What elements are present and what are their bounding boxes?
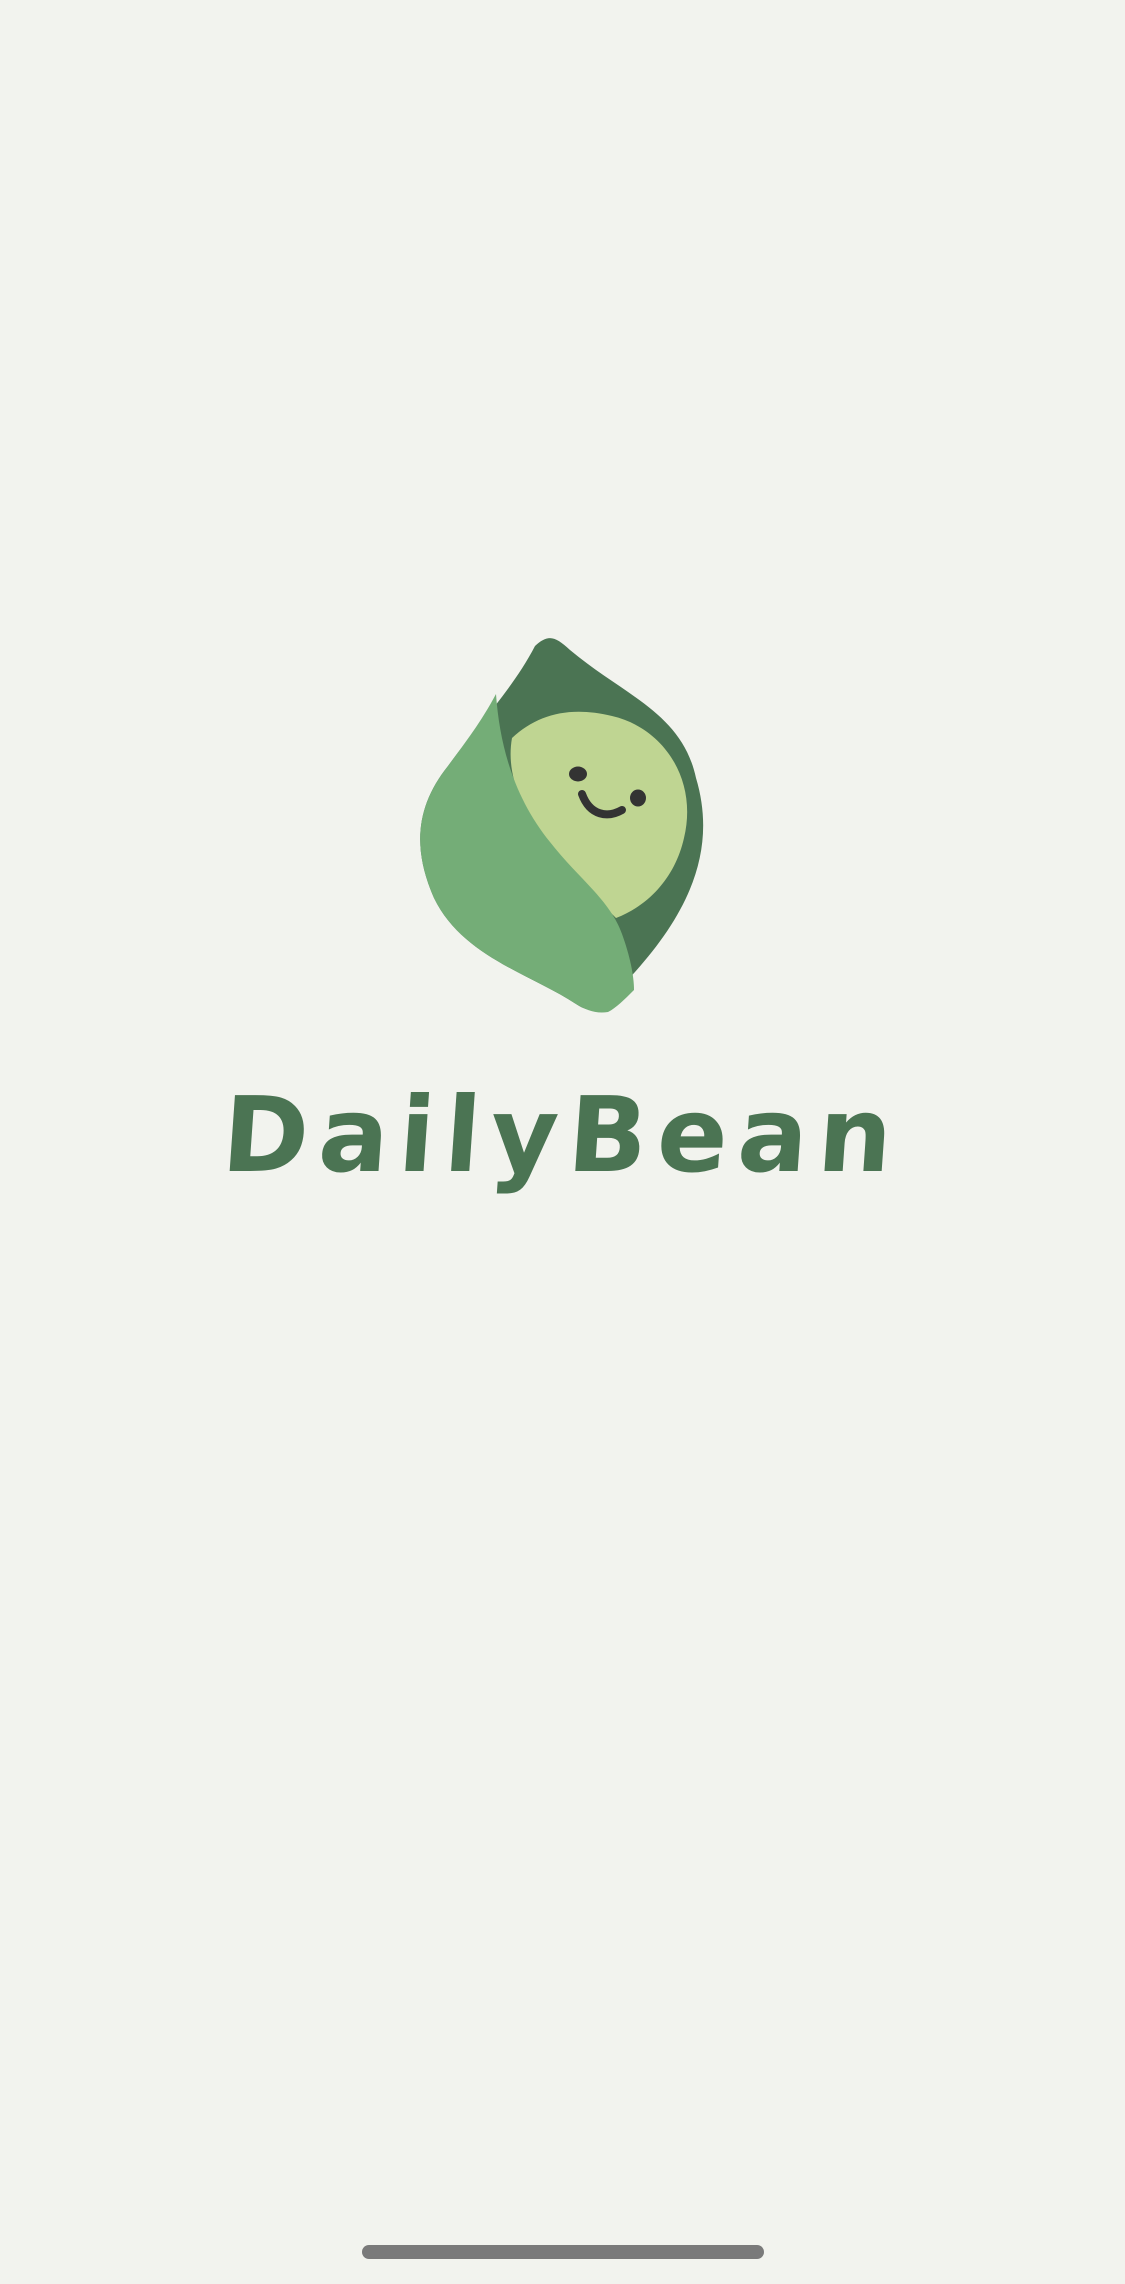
bean-right-eye — [630, 789, 646, 807]
home-indicator[interactable] — [362, 2245, 764, 2259]
app-wordmark: DailyBean — [218, 1074, 907, 1196]
bean-logo-icon — [420, 638, 705, 1013]
bean-left-eye — [569, 766, 587, 782]
splash-screen: DailyBean — [0, 0, 1125, 2284]
